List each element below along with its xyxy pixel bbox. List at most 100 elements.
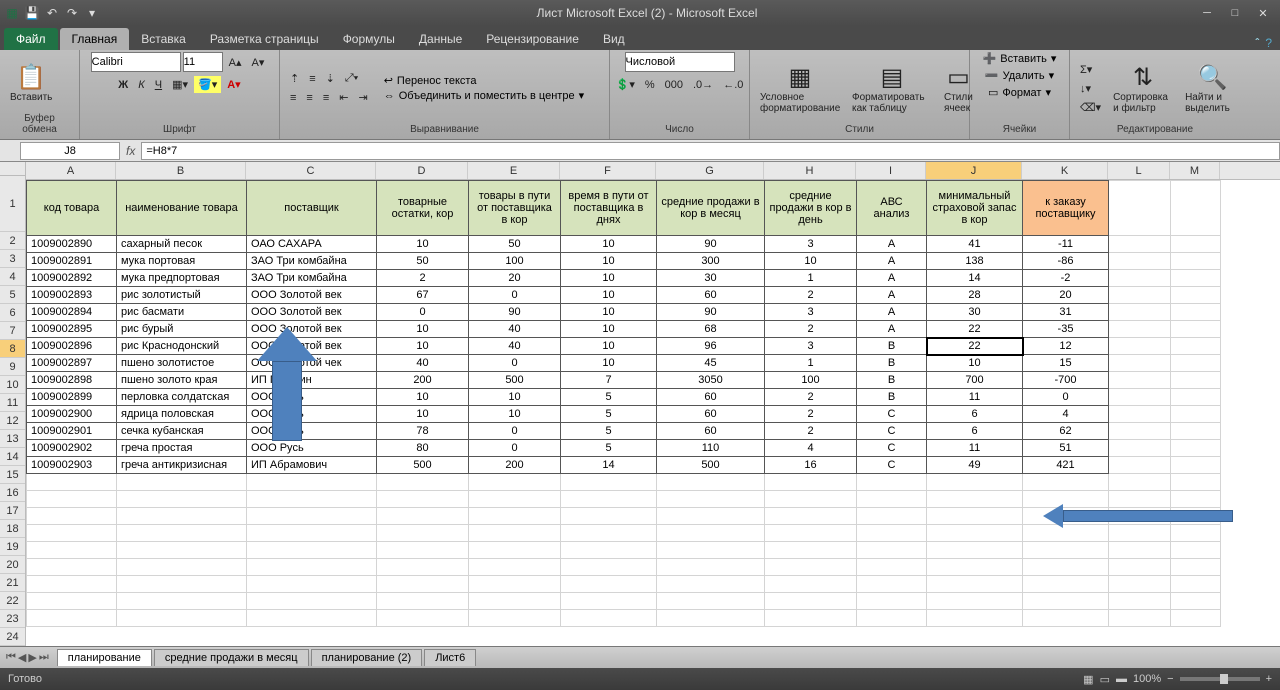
col-header-K[interactable]: K [1022,162,1108,179]
row-header-22[interactable]: 22 [0,592,25,610]
delete-cells-button[interactable]: ➖ Удалить▾ [985,69,1054,82]
col-header-H[interactable]: H [764,162,856,179]
cell[interactable]: ООО Золотой чек [247,355,377,372]
view-page-icon[interactable]: ▭ [1100,673,1110,686]
cell[interactable]: 10 [377,406,469,423]
cell[interactable]: 1009002898 [27,372,117,389]
cell[interactable]: 110 [657,440,765,457]
cell[interactable]: 60 [657,423,765,440]
cell[interactable]: 1 [765,270,857,287]
cell[interactable]: 0 [469,287,561,304]
row-header-23[interactable]: 23 [0,610,25,628]
conditional-format-button[interactable]: ▦Условное форматирование [756,61,844,116]
row-header-15[interactable]: 15 [0,466,25,484]
cell[interactable]: C [857,406,927,423]
cell[interactable]: греча простая [117,440,247,457]
cell[interactable]: 0 [469,355,561,372]
cell[interactable]: 10 [469,389,561,406]
table-header[interactable]: к заказу поставщику [1023,181,1109,236]
insert-cells-button[interactable]: ➕ Вставить▾ [983,52,1057,65]
cell[interactable]: 1 [765,355,857,372]
font-name-combo[interactable] [91,52,181,72]
row-header-18[interactable]: 18 [0,520,25,538]
cell[interactable]: 5 [561,389,657,406]
cell[interactable]: 10 [561,236,657,253]
cell[interactable]: 30 [927,304,1023,321]
cell[interactable]: 90 [657,304,765,321]
cell[interactable]: 50 [377,253,469,270]
table-header[interactable]: АВС анализ [857,181,927,236]
tab-home[interactable]: Главная [60,28,130,50]
cell[interactable]: 10 [561,287,657,304]
fill-color-button[interactable]: 🪣▾ [194,76,221,93]
fill-icon[interactable]: ↓▾ [1076,80,1105,97]
fx-icon[interactable]: fx [126,144,135,158]
cell[interactable]: 2 [765,389,857,406]
redo-icon[interactable]: ↷ [64,5,80,21]
cell[interactable]: перловка солдатская [117,389,247,406]
currency-icon[interactable]: 💲▾ [612,76,639,93]
sheet-nav-prev-icon[interactable]: ◀ [18,651,26,664]
col-header-E[interactable]: E [468,162,560,179]
cell[interactable]: 5 [561,406,657,423]
cell[interactable]: C [857,457,927,474]
cell[interactable]: 90 [657,236,765,253]
paste-button[interactable]: 📋Вставить [6,61,56,105]
cell[interactable]: -700 [1023,372,1109,389]
zoom-slider[interactable] [1180,677,1260,681]
cell[interactable]: 200 [469,457,561,474]
cell[interactable]: 68 [657,321,765,338]
row-header-4[interactable]: 4 [0,268,25,286]
cell[interactable]: 1009002895 [27,321,117,338]
cell[interactable]: 10 [561,304,657,321]
sheet-tab-2[interactable]: планирование (2) [311,649,423,666]
cell[interactable]: 1009002897 [27,355,117,372]
cell[interactable]: 40 [469,321,561,338]
cell[interactable]: греча антикризисная [117,457,247,474]
percent-icon[interactable]: % [641,77,659,93]
cell[interactable]: 22 [927,321,1023,338]
cell[interactable]: -2 [1023,270,1109,287]
cell[interactable]: 96 [657,338,765,355]
cell[interactable]: рис Краснодонский [117,338,247,355]
select-all-corner[interactable] [0,162,26,176]
comma-icon[interactable]: 000 [661,77,687,93]
cell[interactable]: 5 [561,440,657,457]
cell[interactable]: -86 [1023,253,1109,270]
cell[interactable]: C [857,423,927,440]
cell[interactable]: ООО Золотой век [247,304,377,321]
cell[interactable]: 20 [1023,287,1109,304]
cell[interactable]: 10 [377,236,469,253]
cell[interactable]: 3 [765,338,857,355]
row-header-6[interactable]: 6 [0,304,25,322]
row-header-13[interactable]: 13 [0,430,25,448]
cell[interactable]: 11 [927,440,1023,457]
col-header-C[interactable]: C [246,162,376,179]
zoom-out-icon[interactable]: − [1167,673,1173,685]
italic-button[interactable]: К [134,77,148,93]
cell[interactable]: 20 [469,270,561,287]
sheet-nav-first-icon[interactable]: ⏮ [6,651,16,664]
cell[interactable]: 50 [469,236,561,253]
cell[interactable]: 1009002890 [27,236,117,253]
align-top-icon[interactable]: ⇡ [286,70,303,87]
row-header-14[interactable]: 14 [0,448,25,466]
cell[interactable]: 2 [765,423,857,440]
undo-icon[interactable]: ↶ [44,5,60,21]
col-header-G[interactable]: G [656,162,764,179]
cell[interactable]: 0 [1023,389,1109,406]
cell[interactable]: 1009002902 [27,440,117,457]
close-button[interactable]: ✕ [1250,4,1276,22]
cell[interactable]: 3 [765,304,857,321]
cell[interactable]: 15 [1023,355,1109,372]
sheet-nav-last-icon[interactable]: ⏭ [39,651,49,664]
cell[interactable]: ИП Абрамович [247,457,377,474]
tab-data[interactable]: Данные [407,28,474,50]
cell[interactable]: 10 [469,406,561,423]
table-header[interactable]: товарные остатки, кор [377,181,469,236]
decrease-font-icon[interactable]: A▾ [248,54,269,71]
cell[interactable]: ИП Птичкин [247,372,377,389]
cell[interactable]: 60 [657,406,765,423]
cell[interactable]: B [857,389,927,406]
worksheet[interactable]: 123456789101112131415161718192021222324 … [0,162,1280,646]
